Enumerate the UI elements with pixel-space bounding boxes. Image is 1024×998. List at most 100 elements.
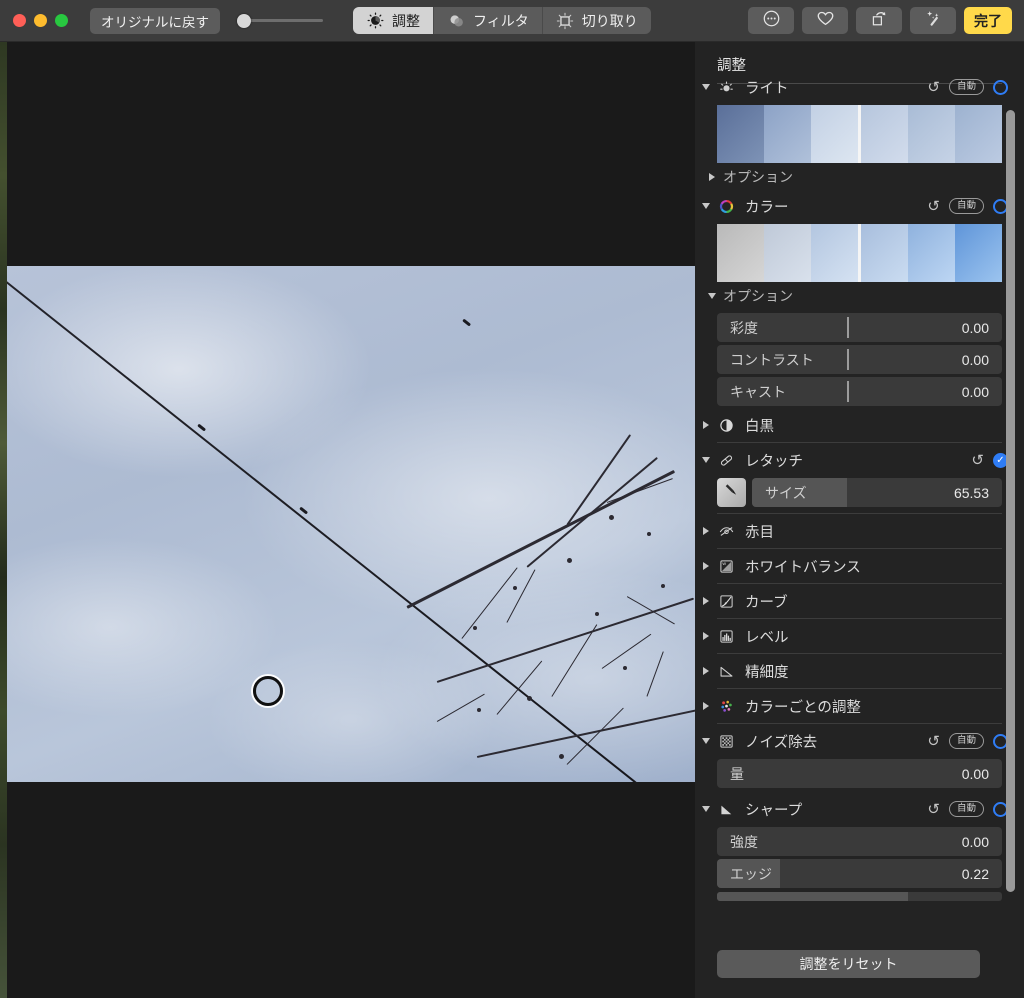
tree-branch [506,569,536,623]
section-definition[interactable]: 精細度 [695,656,1024,686]
done-button[interactable]: 完了 [964,7,1012,34]
disclosure-triangle-icon[interactable] [702,457,710,463]
tree-bud [567,558,572,563]
color-thumb[interactable] [811,224,858,282]
undo-icon[interactable]: ↺ [927,199,940,214]
disclosure-triangle-icon[interactable] [702,203,710,209]
sidebar-scrollbar-thumb[interactable] [1006,110,1015,892]
section-red-eye[interactable]: 赤目 [695,516,1024,546]
disclosure-triangle-icon[interactable] [703,702,709,710]
reset-adjustments-button[interactable]: 調整をリセット [717,950,980,978]
light-thumb[interactable] [811,105,858,163]
slider-contrast[interactable]: コントラスト 0.00 [717,345,1002,374]
section-selective-color[interactable]: カラーごとの調整 [695,691,1024,721]
rotate-button[interactable] [856,7,902,34]
color-thumb[interactable] [908,224,955,282]
zoom-slider-knob[interactable] [237,13,251,28]
color-thumb[interactable] [955,224,1002,282]
photo-canvas[interactable] [7,42,695,998]
disclosure-triangle-icon[interactable] [702,806,710,812]
light-thumb[interactable] [764,105,811,163]
section-white-balance[interactable]: W ホワイトバランス [695,551,1024,581]
disclosure-triangle-icon[interactable] [703,527,709,535]
photo-image[interactable] [7,266,695,782]
disclosure-triangle-icon[interactable] [702,84,710,90]
color-thumb[interactable] [764,224,811,282]
sidebar-scrollbar[interactable] [1004,104,1017,934]
tab-adjust[interactable]: 調整 [353,7,434,34]
disclosure-triangle-icon[interactable] [703,632,709,640]
revert-to-original-button[interactable]: オリジナルに戻す [90,7,220,34]
levels-icon [717,627,736,646]
slider-retouch-size[interactable]: サイズ 65.53 [752,478,1002,507]
minimize-button[interactable] [34,14,47,27]
light-thumb[interactable] [861,105,908,163]
tree-branch [601,633,652,670]
slider-saturation[interactable]: 彩度 0.00 [717,313,1002,342]
color-thumb[interactable] [861,224,908,282]
tab-filter[interactable]: フィルタ [434,7,543,34]
section-light[interactable]: ライト ↺ 自動 [695,72,1024,102]
tab-crop[interactable]: 切り取り [543,7,651,34]
slider-center-tick [847,381,849,402]
color-thumb[interactable] [717,224,764,282]
slider-contrast-label: コントラスト [730,351,814,368]
section-curves[interactable]: カーブ [695,586,1024,616]
disclosure-triangle-icon[interactable] [702,738,710,744]
eye-slash-icon [717,522,736,541]
auto-button[interactable]: 自動 [948,79,984,95]
tab-crop-label: 切り取り [581,12,638,29]
auto-enhance-button[interactable] [910,7,956,34]
color-options-label: オプション [723,288,793,304]
slider-noise-amount[interactable]: 量 0.00 [717,759,1002,788]
section-levels[interactable]: レベル [695,621,1024,651]
auto-button[interactable]: 自動 [948,733,984,749]
slider-cast[interactable]: キャスト 0.00 [717,377,1002,406]
light-enable-toggle[interactable] [993,79,1008,95]
light-options-label: オプション [723,169,793,185]
slider-sharpen-extra-track[interactable] [717,892,1002,901]
close-button[interactable] [13,14,26,27]
favorite-button[interactable] [802,7,848,34]
light-thumb[interactable] [955,105,1002,163]
disclosure-triangle-icon[interactable] [703,421,709,429]
light-thumb[interactable] [908,105,955,163]
disclosure-triangle-icon[interactable] [703,597,709,605]
disclosure-triangle-icon[interactable] [703,562,709,570]
section-definition-label: 精細度 [745,664,789,681]
tree-bud [609,515,614,520]
undo-icon[interactable]: ↺ [971,453,984,468]
zoom-slider[interactable] [237,11,323,31]
light-variation-strip[interactable] [717,105,1002,163]
auto-button[interactable]: 自動 [948,198,984,214]
zoom-button[interactable] [55,14,68,27]
section-noise-reduction[interactable]: ノイズ除去 ↺ 自動 [695,726,1024,756]
color-options-row[interactable]: オプション [695,282,1024,310]
divider [717,583,1002,584]
brush-tool-button[interactable] [717,478,746,507]
slider-contrast-value: 0.00 [961,351,989,368]
light-thumb[interactable] [717,105,764,163]
undo-icon[interactable]: ↺ [927,734,940,749]
disclosure-triangle-icon[interactable] [703,667,709,675]
slider-sharpen-edge[interactable]: エッジ 0.22 [717,859,1002,888]
undo-icon[interactable]: ↺ [927,802,940,817]
disclosure-triangle-icon[interactable] [709,173,715,181]
tree-bud [513,586,517,590]
section-sharpen[interactable]: シャープ ↺ 自動 [695,794,1024,824]
section-retouch[interactable]: レタッチ ↺ ✓ [695,445,1024,475]
section-black-white[interactable]: 白黒 [695,410,1024,440]
undo-icon[interactable]: ↺ [927,80,940,95]
tree-bud [473,626,477,630]
photos-editor-window: オリジナルに戻す 調整 フィルタ 切り取り 完了 調整 ライト ↺ 自動 オプシ… [0,0,1024,998]
disclosure-triangle-icon[interactable] [708,293,716,299]
divider [717,688,1002,689]
tree-bud [477,708,481,712]
slider-center-tick [847,349,849,370]
auto-button[interactable]: 自動 [948,801,984,817]
section-color[interactable]: カラー ↺ 自動 [695,191,1024,221]
color-variation-strip[interactable] [717,224,1002,282]
light-options-row[interactable]: オプション [695,163,1024,191]
slider-sharpen-intensity[interactable]: 強度 0.00 [717,827,1002,856]
more-options-button[interactable] [748,7,794,34]
